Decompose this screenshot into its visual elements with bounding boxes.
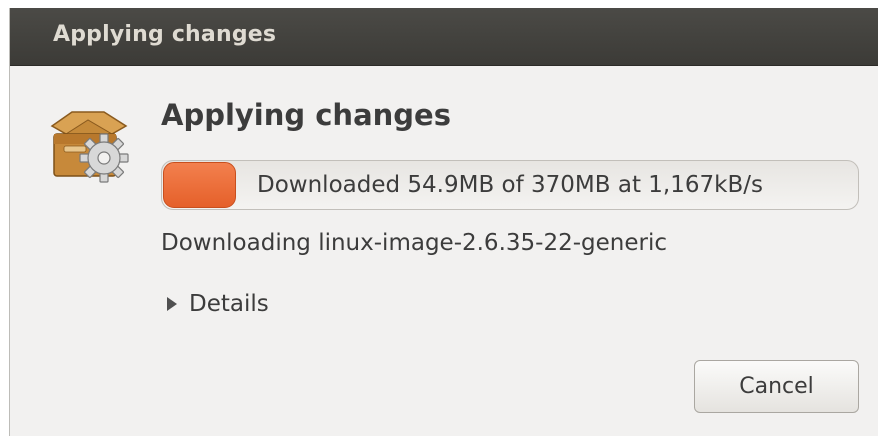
title-bar[interactable]: Applying changes [10,8,878,66]
window-title: Applying changes [53,22,277,47]
details-label: Details [189,291,269,317]
details-expander[interactable]: Details [161,289,269,319]
cancel-button[interactable]: Cancel [694,360,859,413]
package-gear-icon [42,108,134,188]
dialog-window: Applying changes Applying changes Downlo… [9,8,878,436]
status-text: Downloading linux-image-2.6.35-22-generi… [161,230,667,256]
progress-text: Downloaded 54.9MB of 370MB at 1,167kB/s [257,172,763,198]
download-progress-bar: Downloaded 54.9MB of 370MB at 1,167kB/s [161,160,859,210]
expander-arrow-icon [167,297,177,311]
dialog-heading: Applying changes [161,98,451,132]
